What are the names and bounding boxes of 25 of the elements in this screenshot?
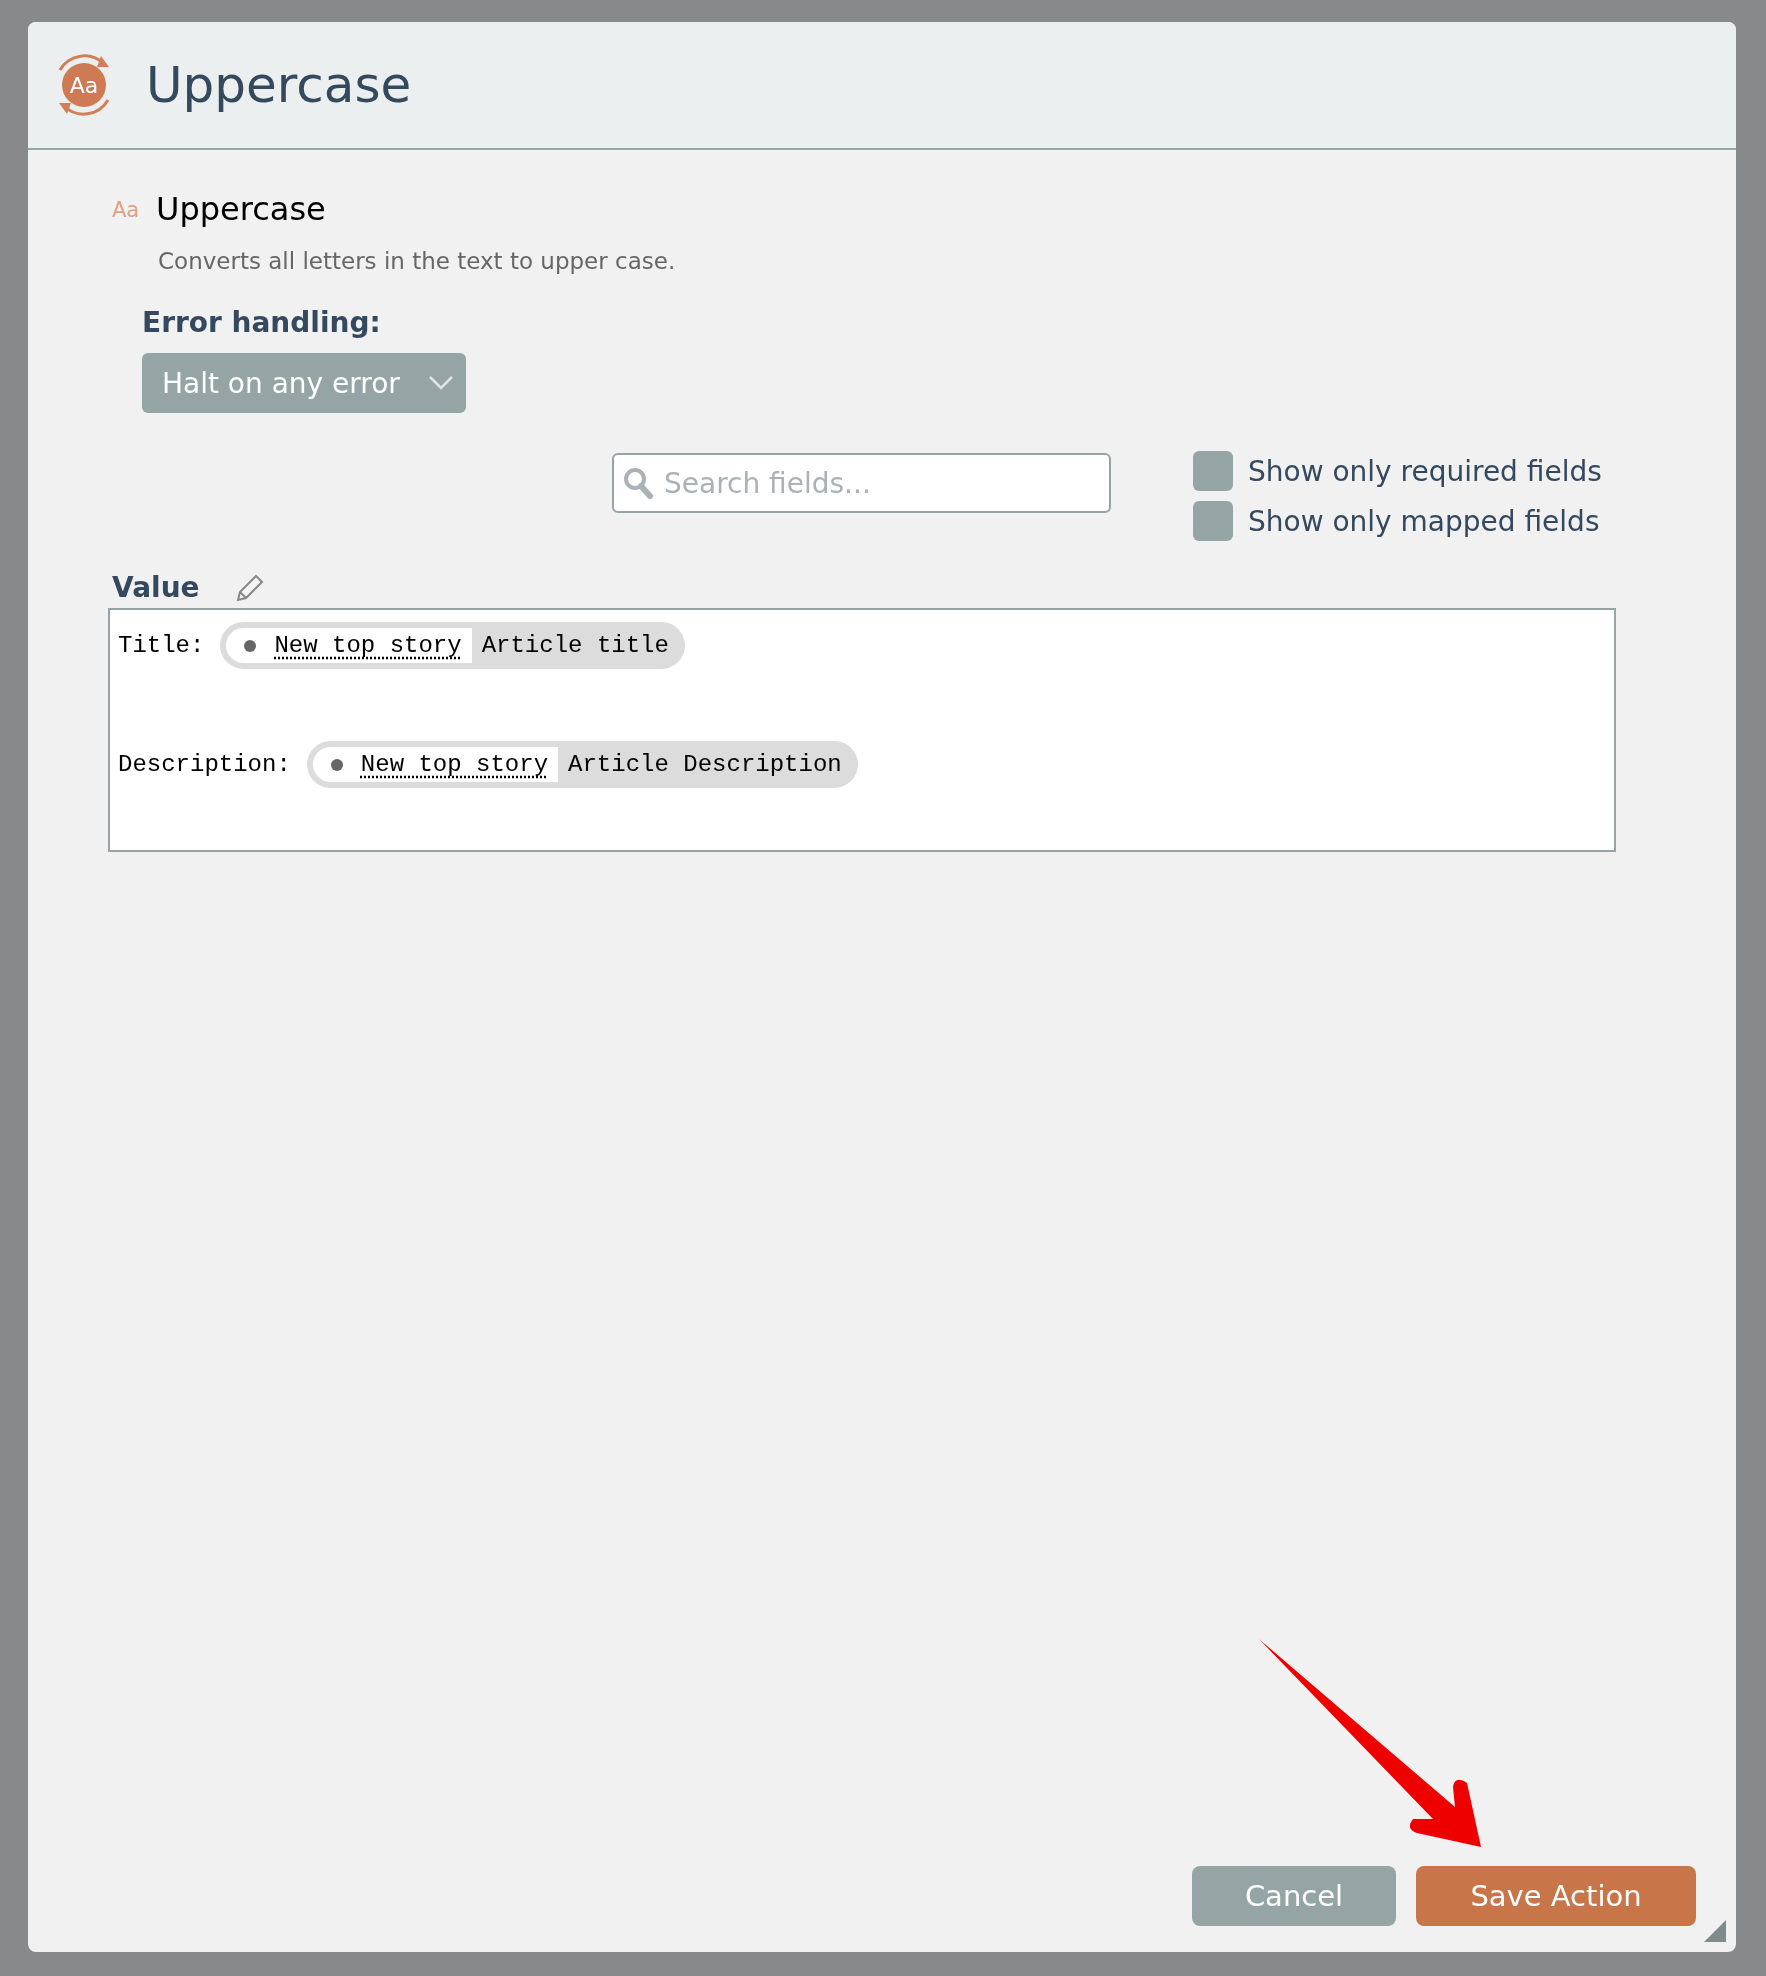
field-token[interactable]: New top story Article title xyxy=(220,622,685,669)
value-label: Value xyxy=(112,571,200,604)
search-field[interactable]: Search fields... xyxy=(612,453,1111,513)
action-name: Uppercase xyxy=(156,190,326,228)
text-case-icon: Aa xyxy=(112,197,144,221)
action-description: Converts all letters in the text to upper case. xyxy=(158,248,677,274)
dot-icon xyxy=(244,639,257,652)
search-icon xyxy=(622,466,654,500)
field-token[interactable]: New top story Article Description xyxy=(306,741,858,788)
token-source: New top story xyxy=(360,751,549,778)
value-editor[interactable]: Title: New top story Article title Description: New top story Article Description xyxy=(108,608,1616,852)
token-source: New top story xyxy=(274,632,462,659)
checkbox[interactable] xyxy=(1193,451,1233,491)
resize-grip-icon[interactable] xyxy=(1704,1920,1726,1942)
line-label: Title: xyxy=(118,632,205,659)
chevron-down-icon xyxy=(428,375,454,391)
dot-icon xyxy=(330,758,343,771)
token-field: Article Description xyxy=(568,751,842,778)
line-label: Description: xyxy=(118,751,291,778)
checkbox[interactable] xyxy=(1193,501,1233,541)
token-field: Article title xyxy=(481,632,669,659)
error-handling-label: Error handling: xyxy=(142,306,382,339)
checkbox-label: Show only mapped fields xyxy=(1248,504,1600,538)
checkbox-label: Show only required fields xyxy=(1248,454,1602,488)
dialog-title: Uppercase xyxy=(146,56,412,114)
